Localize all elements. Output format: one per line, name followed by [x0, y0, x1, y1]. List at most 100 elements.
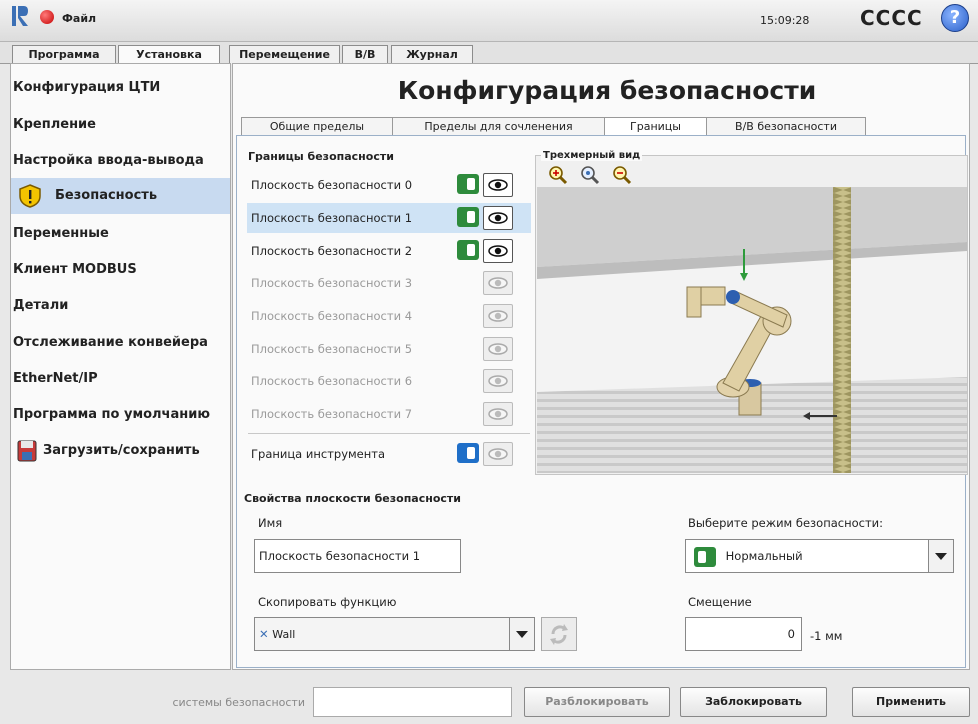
- tab-move[interactable]: Перемещение: [229, 45, 340, 64]
- zoom-in-icon[interactable]: [548, 165, 568, 185]
- plane-row-6[interactable]: Плоскость безопасности 6: [247, 366, 531, 396]
- sidebar-item-safety[interactable]: Безопасность: [11, 178, 230, 214]
- eye-icon[interactable]: [483, 304, 513, 328]
- tab-general-limits[interactable]: Общие пределы: [241, 117, 393, 136]
- sidebar-item-label: Загрузить/сохранить: [43, 443, 200, 458]
- sidebar-item-label: Программа по умолчанию: [13, 407, 210, 422]
- sidebar-item-conveyor[interactable]: Отслеживание конвейера: [11, 325, 230, 361]
- divider: [248, 433, 530, 434]
- offset-field[interactable]: 0: [685, 617, 802, 651]
- eye-icon[interactable]: [483, 337, 513, 361]
- lock-button[interactable]: Заблокировать: [680, 687, 827, 717]
- installation-sidebar: Конфигурация ЦТИ Крепление Настройка вво…: [10, 63, 231, 670]
- password-field[interactable]: [313, 687, 512, 717]
- plane-name-field[interactable]: Плоскость безопасности 1: [254, 539, 461, 573]
- eye-icon[interactable]: [483, 369, 513, 393]
- chevron-down-icon[interactable]: [928, 540, 953, 572]
- plane-row-4[interactable]: Плоскость безопасности 4: [247, 301, 531, 331]
- eye-icon[interactable]: [483, 271, 513, 295]
- tab-io[interactable]: В/В: [342, 45, 388, 64]
- plane-label: Плоскость безопасности 0: [251, 178, 413, 192]
- plane-trigger-toggle-icon[interactable]: [457, 240, 479, 260]
- status-indicator-icon: [40, 10, 54, 24]
- page-title: Конфигурация безопасности: [397, 76, 817, 105]
- apply-button[interactable]: Применить: [852, 687, 970, 717]
- help-icon: ?: [949, 7, 961, 28]
- plane-mode-toggle-icon[interactable]: [457, 207, 479, 227]
- tool-boundary-label: Граница инструмента: [251, 447, 386, 461]
- sidebar-item-label: Конфигурация ЦТИ: [13, 80, 161, 95]
- sidebar-item-load-save[interactable]: Загрузить/сохранить: [11, 433, 230, 469]
- ur-logo-icon: [12, 6, 28, 26]
- view3d-label: Трехмерный вид: [541, 150, 643, 161]
- tab-joint-limits[interactable]: Пределы для сочленения: [392, 117, 605, 136]
- plane-row-5[interactable]: Плоскость безопасности 5: [247, 334, 531, 364]
- tab-log[interactable]: Журнал: [391, 45, 473, 64]
- robot-3d-view[interactable]: [537, 187, 967, 473]
- tab-program[interactable]: Программа: [12, 45, 116, 64]
- robot-name: CCCC: [860, 6, 923, 30]
- zoom-reset-icon[interactable]: [580, 165, 600, 185]
- top-bar: Файл 15:09:28 CCCC ?: [0, 0, 978, 42]
- plane-label: Плоскость безопасности 1: [251, 211, 413, 225]
- refresh-button[interactable]: [541, 617, 577, 651]
- plane-label: Плоскость безопасности 2: [251, 244, 413, 258]
- copy-feature-label: Скопировать функцию: [258, 595, 397, 609]
- zoom-out-icon[interactable]: [612, 165, 632, 185]
- tool-boundary-row[interactable]: Граница инструмента: [247, 439, 531, 469]
- tab-installation[interactable]: Установка: [118, 45, 220, 65]
- eye-icon[interactable]: [483, 239, 513, 263]
- unlock-button[interactable]: Разблокировать: [524, 687, 670, 717]
- sidebar-item-variables[interactable]: Переменные: [11, 216, 230, 252]
- chevron-down-icon[interactable]: [509, 618, 534, 650]
- eye-icon[interactable]: [483, 173, 513, 197]
- sidebar-item-mounting[interactable]: Крепление: [11, 107, 230, 143]
- plane-label: Плоскость безопасности 4: [251, 309, 413, 323]
- plane-row-0[interactable]: Плоскость безопасности 0: [247, 170, 531, 200]
- safety-mode-label: Выберите режим безопасности:: [688, 516, 884, 530]
- warning-shield-icon: [19, 183, 41, 208]
- offset-unit: -1 мм: [810, 629, 843, 643]
- tab-safety-io[interactable]: В/В безопасности: [706, 117, 866, 136]
- password-label: системы безопасности: [172, 696, 305, 709]
- safety-boundaries-heading: Границы безопасности: [248, 150, 394, 163]
- plane-label: Плоскость безопасности 7: [251, 407, 413, 421]
- clock: 15:09:28: [760, 14, 810, 27]
- offset-label: Смещение: [688, 595, 752, 609]
- feature-x-icon: ✕: [259, 627, 269, 641]
- safety-mode-select[interactable]: Нормальный: [685, 539, 954, 573]
- sidebar-item-modbus[interactable]: Клиент MODBUS: [11, 252, 230, 288]
- plane-label: Плоскость безопасности 6: [251, 374, 413, 388]
- file-menu[interactable]: Файл: [62, 12, 96, 25]
- sidebar-item-features[interactable]: Детали: [11, 288, 230, 324]
- save-icon: [17, 440, 37, 461]
- sidebar-item-label: Переменные: [13, 226, 109, 241]
- plane-label: Плоскость безопасности 5: [251, 342, 413, 356]
- plane-row-7[interactable]: Плоскость безопасности 7: [247, 399, 531, 429]
- plane-row-3[interactable]: Плоскость безопасности 3: [247, 268, 531, 298]
- plane-mode-toggle-icon[interactable]: [457, 174, 479, 194]
- main-tab-bar: Программа Установка Перемещение В/В Журн…: [0, 42, 978, 65]
- sidebar-item-ethernet-ip[interactable]: EtherNet/IP: [11, 361, 230, 397]
- plane-properties-heading: Свойства плоскости безопасности: [244, 492, 461, 505]
- sidebar-item-default-program[interactable]: Программа по умолчанию: [11, 397, 230, 433]
- sidebar-item-label: Отслеживание конвейера: [13, 335, 208, 350]
- refresh-icon: [550, 624, 568, 645]
- sidebar-item-label: Детали: [13, 298, 69, 313]
- sidebar-item-label: Настройка ввода-вывода: [13, 153, 204, 168]
- sidebar-item-label: Безопасность: [55, 188, 158, 203]
- safety-mode-value: Нормальный: [725, 549, 803, 563]
- sidebar-item-io-setup[interactable]: Настройка ввода-вывода: [11, 143, 230, 179]
- tab-boundaries[interactable]: Границы: [604, 117, 707, 137]
- plane-row-1[interactable]: Плоскость безопасности 1: [247, 203, 531, 233]
- sidebar-item-label: Крепление: [13, 117, 96, 132]
- eye-icon[interactable]: [483, 206, 513, 230]
- eye-icon[interactable]: [483, 402, 513, 426]
- plane-row-2[interactable]: Плоскость безопасности 2: [247, 236, 531, 266]
- help-button[interactable]: ?: [941, 4, 969, 32]
- tool-mode-toggle-icon[interactable]: [457, 443, 479, 463]
- eye-icon[interactable]: [483, 442, 513, 466]
- sidebar-item-tcp[interactable]: Конфигурация ЦТИ: [11, 70, 230, 106]
- sidebar-item-label: Клиент MODBUS: [13, 262, 137, 277]
- copy-feature-select[interactable]: ✕ Wall: [254, 617, 535, 651]
